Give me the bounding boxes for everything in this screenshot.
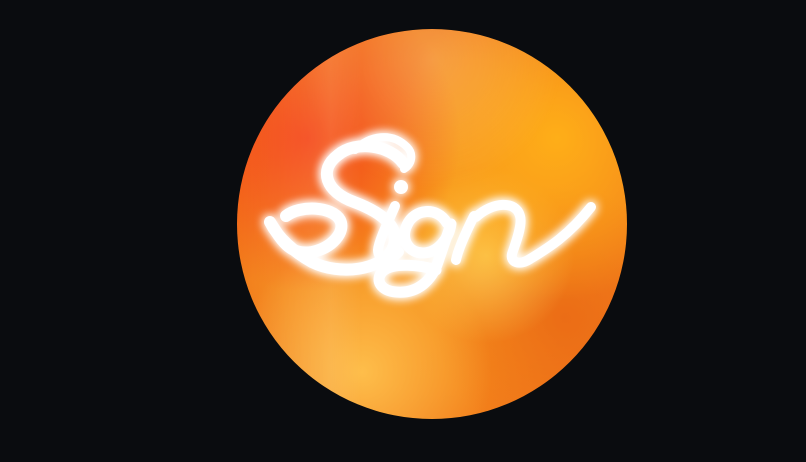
logo-stage	[0, 0, 806, 462]
sign-logo	[264, 133, 596, 298]
sign-wordmark	[264, 133, 596, 298]
